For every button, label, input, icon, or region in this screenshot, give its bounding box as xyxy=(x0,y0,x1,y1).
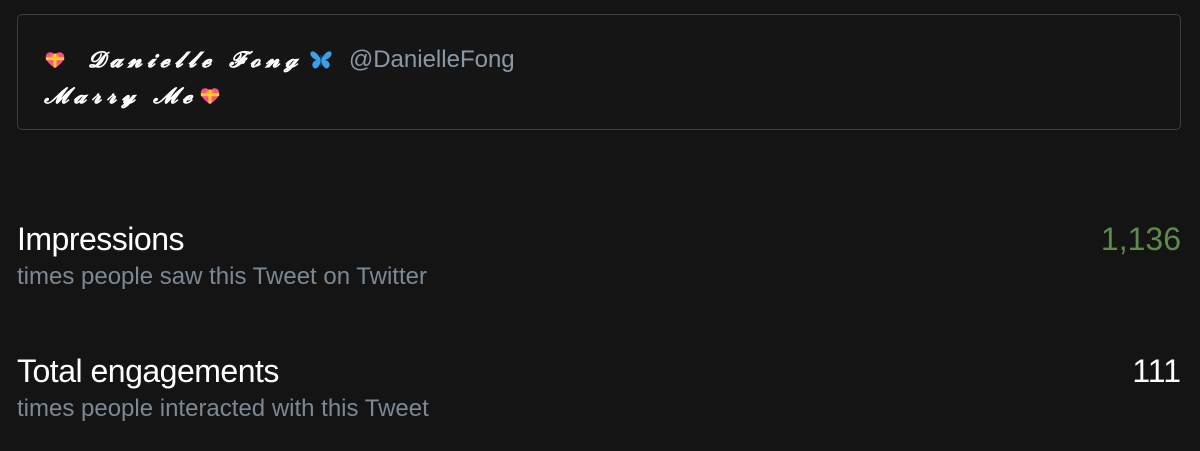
engagements-value: 111 xyxy=(1132,353,1181,389)
impressions-metric: Impressions times people saw this Tweet … xyxy=(17,221,1181,291)
author-handle[interactable]: @DanielleFong xyxy=(349,46,515,74)
tweet-text-row: 𝓜𝓪𝓻𝓻𝔂 𝓜𝓮 xyxy=(44,79,221,113)
tweet-author-row: 𝓓𝓪𝓷𝓲𝓮𝓵𝓵𝓮 𝓕𝓸𝓷𝓰 @DanielleFong xyxy=(44,43,515,77)
tweet-text: 𝓜𝓪𝓻𝓻𝔂 𝓜𝓮 xyxy=(44,83,198,109)
heart-with-ribbon-icon xyxy=(45,52,65,69)
display-name[interactable]: 𝓓𝓪𝓷𝓲𝓮𝓵𝓵𝓮 𝓕𝓸𝓷𝓰 xyxy=(88,47,303,73)
impressions-description: times people saw this Tweet on Twitter xyxy=(17,263,427,290)
heart-with-ribbon-icon xyxy=(201,88,220,105)
quoted-tweet-card[interactable]: 𝓓𝓪𝓷𝓲𝓮𝓵𝓵𝓮 𝓕𝓸𝓷𝓰 @DanielleFong 𝓜𝓪𝓻𝓻𝔂 𝓜𝓮 xyxy=(17,14,1181,130)
butterfly-icon xyxy=(310,51,332,69)
engagements-metric: Total engagements times people interacte… xyxy=(17,353,1181,423)
impressions-value: 1,136 xyxy=(1100,221,1181,257)
impressions-label: Impressions xyxy=(17,221,185,257)
engagements-description: times people interacted with this Tweet xyxy=(17,395,429,422)
engagements-label: Total engagements xyxy=(17,353,279,389)
